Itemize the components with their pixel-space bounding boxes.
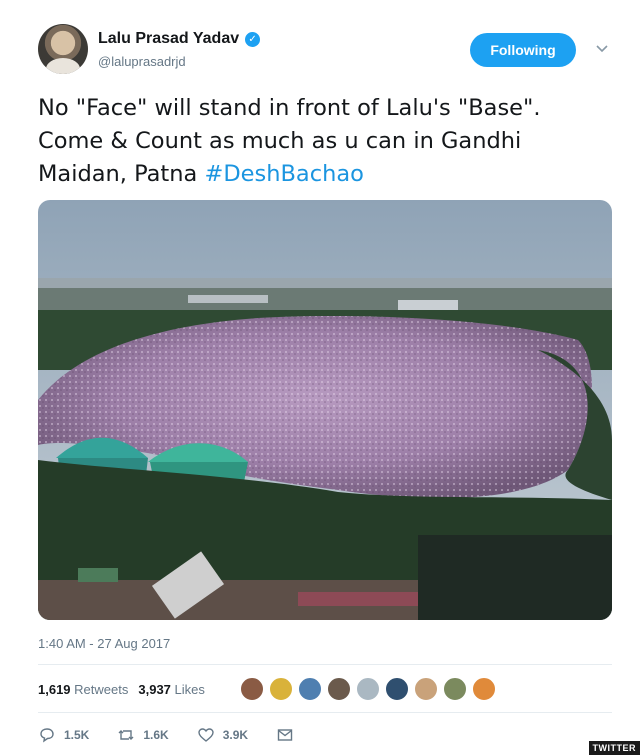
verified-badge-icon: ✓ [245, 31, 261, 47]
divider [38, 712, 612, 713]
liker-avatar[interactable] [327, 677, 351, 701]
retweets-stat[interactable]: 1,619 Retweets [38, 682, 128, 697]
retweet-icon [118, 730, 134, 740]
direct-message-button[interactable] [276, 726, 294, 744]
source-watermark: TWITTER [588, 741, 640, 755]
divider [38, 664, 612, 665]
following-button[interactable]: Following [470, 33, 576, 67]
avatar[interactable] [38, 24, 88, 74]
reply-button[interactable]: 1.5K [38, 726, 89, 744]
reply-count: 1.5K [64, 728, 90, 742]
liker-avatar[interactable] [472, 677, 496, 701]
liker-avatar[interactable] [356, 677, 380, 701]
chevron-down-icon[interactable] [594, 40, 610, 56]
author-handle[interactable]: @laluprasadrjd [98, 54, 186, 69]
author-name[interactable]: Lalu Prasad Yadav [98, 30, 239, 48]
likes-stat[interactable]: 3,937 Likes [138, 682, 205, 697]
engagement-stats: 1,619 Retweets 3,937 Likes [38, 682, 205, 697]
liker-avatar[interactable] [385, 677, 409, 701]
liker-avatar[interactable] [414, 677, 438, 701]
tweet-text: No "Face" will stand in front of Lalu's … [38, 92, 608, 191]
tweet-actions: 1.5K 1.6K 3.9K [38, 726, 322, 744]
liker-avatar[interactable] [269, 677, 293, 701]
envelope-icon [277, 729, 293, 741]
liker-avatar[interactable] [298, 677, 322, 701]
likes-label: Likes [174, 682, 205, 697]
tweet-photo[interactable] [38, 200, 612, 620]
liked-by-avatars [240, 677, 496, 701]
liker-avatar[interactable] [240, 677, 264, 701]
like-button[interactable]: 3.9K [197, 726, 248, 744]
tweet-header: Lalu Prasad Yadav ✓ @laluprasadrjd Follo… [38, 24, 618, 76]
hashtag-link[interactable]: #DeshBachao [204, 161, 363, 187]
heart-icon [198, 728, 214, 742]
tweet-timestamp[interactable]: 1:40 AM - 27 Aug 2017 [38, 636, 170, 651]
liker-avatar[interactable] [443, 677, 467, 701]
crowd-photo-image [38, 200, 612, 620]
retweets-count: 1,619 [38, 682, 71, 697]
like-count: 3.9K [222, 728, 249, 742]
likes-count: 3,937 [138, 682, 171, 697]
author-name-row: Lalu Prasad Yadav ✓ [98, 30, 261, 48]
reply-icon [40, 728, 54, 743]
retweet-button[interactable]: 1.6K [117, 726, 169, 744]
retweets-label: Retweets [74, 682, 129, 697]
retweet-count: 1.6K [143, 728, 169, 742]
